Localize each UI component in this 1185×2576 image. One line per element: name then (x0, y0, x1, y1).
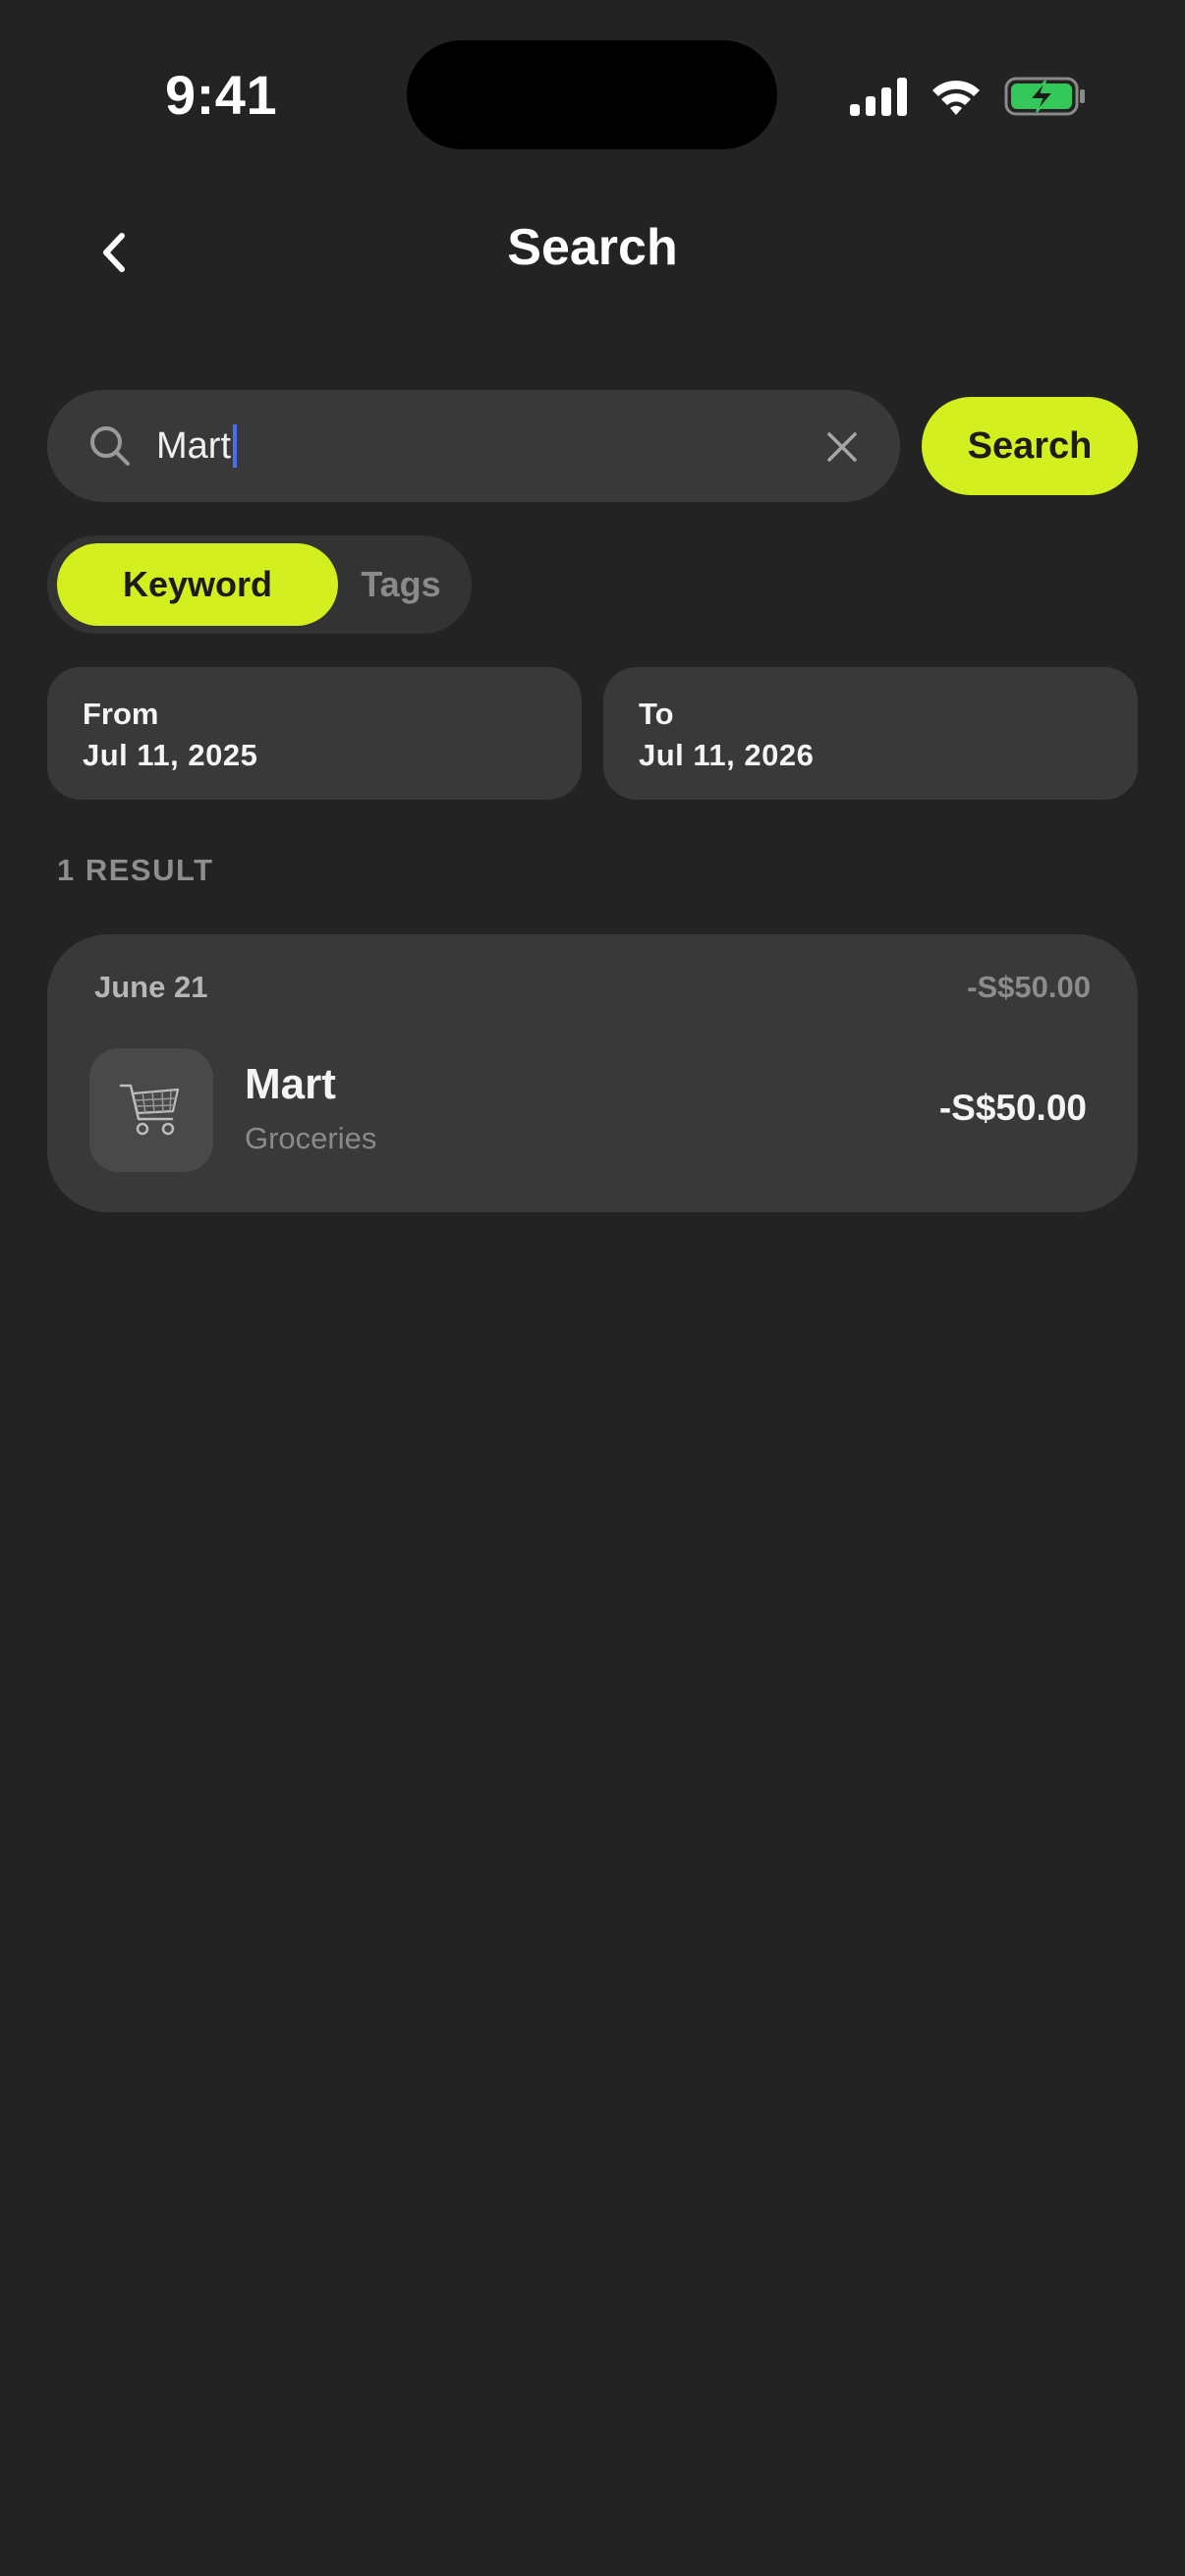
search-input-value: Mart (156, 424, 231, 467)
status-icons (849, 73, 1087, 120)
search-button[interactable]: Search (922, 397, 1138, 495)
page-title: Search (507, 219, 678, 276)
date-to-value: Jul 11, 2026 (639, 738, 815, 772)
group-total: -S$50.00 (967, 970, 1091, 1004)
close-icon (827, 432, 857, 462)
result-group-card: June 21 -S$50.00 Mart Groceries -S$50.00 (47, 934, 1138, 1212)
transaction-amount: -S$50.00 (938, 1088, 1087, 1128)
transaction-row[interactable]: Mart Groceries -S$50.00 (47, 1048, 1138, 1176)
transaction-icon-tile (89, 1048, 213, 1172)
search-input[interactable]: Mart (156, 390, 746, 502)
cellular-signal-icon (850, 78, 907, 116)
group-date: June 21 (94, 970, 208, 1004)
mode-option-tags[interactable]: Tags (338, 543, 464, 626)
search-mode-toggle: Keyword Tags (47, 535, 472, 634)
date-from-picker[interactable]: From Jul 11, 2025 (47, 667, 582, 800)
mode-option-keyword[interactable]: Keyword (57, 543, 338, 626)
battery-charging-icon (1004, 77, 1085, 116)
date-to-picker[interactable]: To Jul 11, 2026 (603, 667, 1138, 800)
clear-search-button[interactable] (821, 426, 863, 468)
date-to-label: To (639, 697, 674, 731)
wifi-icon (932, 81, 980, 115)
result-count: 1 RESULT (57, 853, 214, 887)
shopping-cart-icon (119, 1084, 180, 1136)
transaction-category: Groceries (245, 1121, 377, 1155)
dynamic-island (407, 40, 777, 149)
text-caret (233, 424, 237, 468)
search-icon (90, 426, 130, 466)
date-from-label: From (83, 697, 159, 731)
date-from-value: Jul 11, 2025 (83, 738, 258, 772)
transaction-name: Mart (245, 1060, 336, 1108)
status-time: 9:41 (165, 64, 278, 126)
search-field[interactable]: Mart (47, 390, 900, 502)
